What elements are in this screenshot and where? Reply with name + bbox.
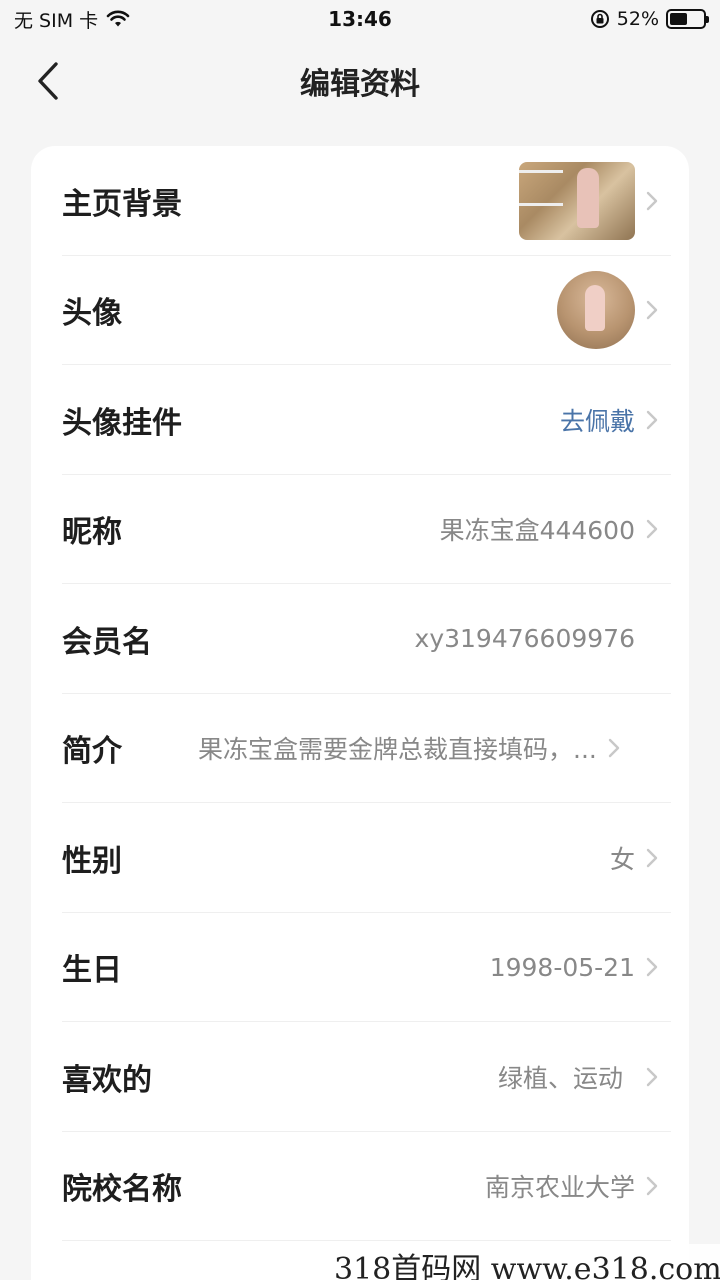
avatar bbox=[557, 271, 635, 350]
gender-value: 女 bbox=[609, 844, 635, 874]
row-right bbox=[557, 271, 659, 350]
row-label: 主页背景 bbox=[62, 186, 182, 222]
wifi-icon bbox=[106, 10, 130, 27]
row-right: 1998-05-21 bbox=[490, 953, 659, 982]
row-label: 生日 bbox=[62, 953, 122, 989]
nickname-value: 果冻宝盒444600 bbox=[439, 516, 635, 546]
chevron-right-icon bbox=[646, 520, 658, 539]
row-label: 简介 bbox=[62, 734, 122, 770]
row-label: 昵称 bbox=[62, 515, 122, 551]
row-nickname[interactable]: 昵称 果冻宝盒444600 bbox=[31, 475, 689, 585]
battery-icon bbox=[666, 9, 709, 29]
orientation-lock-icon bbox=[590, 10, 609, 28]
row-homepage-background[interactable]: 主页背景 bbox=[31, 146, 689, 256]
school-name-value: 南京农业大学 bbox=[484, 1173, 635, 1203]
row-right: 去佩戴 bbox=[560, 402, 659, 438]
row-avatar[interactable]: 头像 bbox=[31, 256, 689, 366]
row-right: 绿植、运动 bbox=[498, 1059, 659, 1095]
row-right: 女 bbox=[610, 840, 659, 876]
birthday-value: 1998-05-21 bbox=[489, 952, 635, 982]
row-label: 头像挂件 bbox=[62, 405, 182, 441]
row-right: xy319476609976 bbox=[415, 624, 659, 653]
chevron-right-icon bbox=[646, 958, 658, 977]
row-right: 果冻宝盒444600 bbox=[440, 511, 659, 547]
bio-value: 果冻宝盒需要金牌总裁直接填码，... bbox=[198, 735, 597, 765]
chevron-right-icon bbox=[608, 739, 620, 758]
chevron-right-icon bbox=[646, 1177, 658, 1196]
row-label: 头像 bbox=[62, 296, 122, 332]
row-label: 喜欢的 bbox=[62, 1062, 152, 1098]
row-birthday[interactable]: 生日 1998-05-21 bbox=[31, 913, 689, 1023]
battery-fill bbox=[670, 13, 687, 25]
watermark: 318首码网 www.e318.com bbox=[334, 1244, 720, 1280]
chevron-right-icon bbox=[646, 410, 658, 429]
battery-percent: 52% bbox=[616, 8, 659, 30]
status-right: 52% bbox=[590, 8, 709, 30]
member-name-value: xy319476609976 bbox=[414, 624, 635, 654]
background-thumbnail bbox=[519, 161, 635, 240]
figure-shape bbox=[577, 167, 599, 228]
row-avatar-pendant[interactable]: 头像挂件 去佩戴 bbox=[31, 365, 689, 475]
carrier-label: 无 SIM 卡 bbox=[14, 9, 99, 32]
row-member-name: 会员名 xy319476609976 bbox=[31, 584, 689, 694]
status-bar: 无 SIM 卡 13:46 52% bbox=[0, 0, 720, 38]
chevron-right-icon bbox=[646, 191, 658, 210]
chevron-right-icon bbox=[646, 1067, 658, 1086]
status-left: 无 SIM 卡 bbox=[14, 6, 130, 33]
row-bio[interactable]: 简介 果冻宝盒需要金牌总裁直接填码，... bbox=[31, 694, 689, 804]
profile-edit-card: 主页背景 头像 头像挂件 去佩戴 昵称 果冻宝盒444600 会员名 xy319… bbox=[31, 146, 689, 1280]
navigation-bar: 编辑资料 bbox=[0, 44, 720, 118]
chevron-left-icon bbox=[38, 62, 58, 100]
row-right bbox=[519, 161, 659, 240]
row-likes[interactable]: 喜欢的 绿植、运动 bbox=[31, 1022, 689, 1132]
figure-shape bbox=[585, 285, 605, 332]
wear-pendant-link[interactable]: 去佩戴 bbox=[560, 402, 635, 438]
page-title: 编辑资料 bbox=[300, 67, 420, 102]
row-label: 性别 bbox=[62, 843, 122, 879]
row-right: 南京农业大学 bbox=[485, 1168, 659, 1204]
fence-shape bbox=[519, 169, 563, 206]
row-label: 会员名 bbox=[62, 624, 152, 660]
back-button[interactable] bbox=[28, 58, 68, 104]
chevron-right-icon bbox=[646, 301, 658, 320]
chevron-right-icon bbox=[646, 848, 658, 867]
row-school-name[interactable]: 院校名称 南京农业大学 bbox=[31, 1132, 689, 1242]
likes-value: 绿植、运动 bbox=[497, 1063, 623, 1093]
row-label: 院校名称 bbox=[62, 1172, 182, 1208]
row-right: 果冻宝盒需要金牌总裁直接填码，... bbox=[198, 730, 621, 766]
row-gender[interactable]: 性别 女 bbox=[31, 803, 689, 913]
